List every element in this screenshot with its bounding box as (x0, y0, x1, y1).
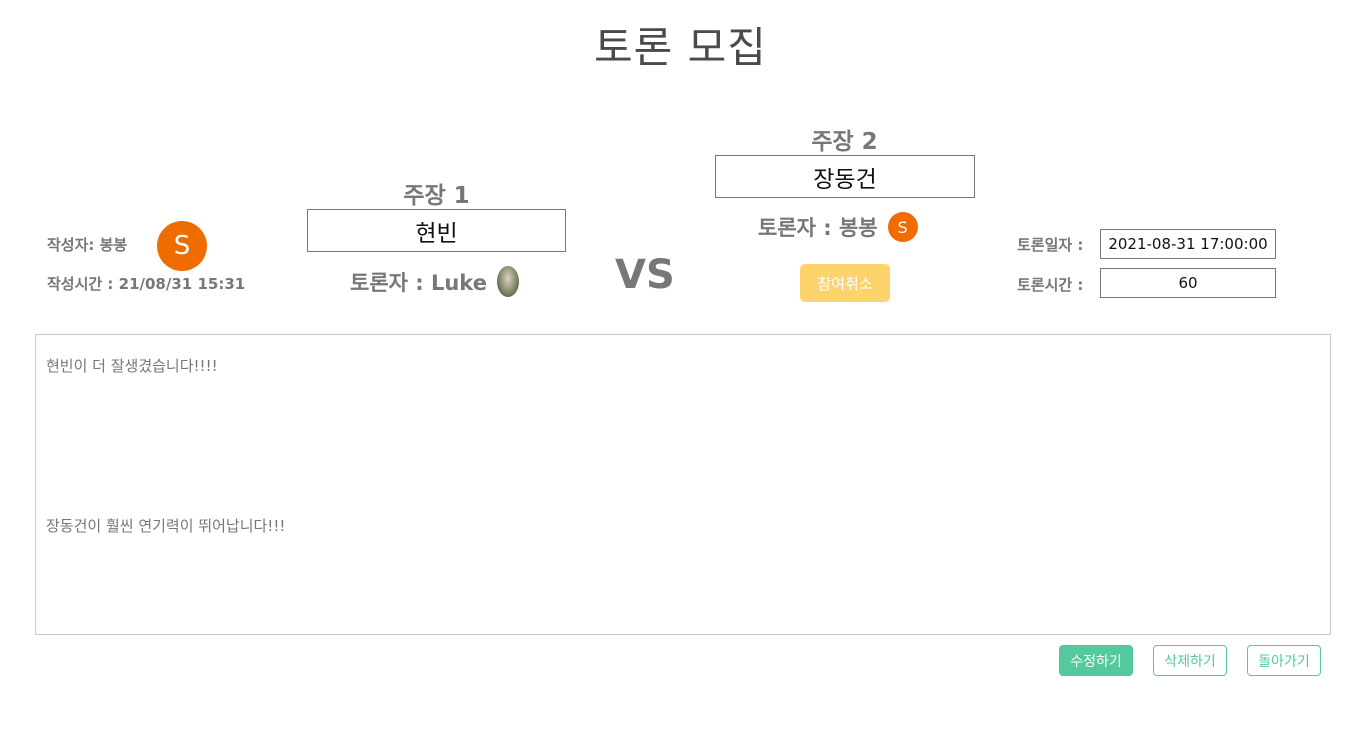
claim1-value: 현빈 (307, 209, 566, 252)
debate-duration-label: 토론시간 : (1017, 276, 1084, 294)
claim2-debater-label: 토론자 : 봉봉 (758, 216, 878, 240)
delete-button[interactable]: 삭제하기 (1153, 645, 1227, 676)
debater-photo-avatar[interactable] (496, 266, 519, 297)
edit-button[interactable]: 수정하기 (1059, 645, 1133, 676)
debate-recruit-page: 토론 모집 작성자: 봉봉 S 작성시간 : 21/08/31 15:31 주장… (0, 0, 1361, 733)
vs-label: VS (615, 252, 675, 298)
page-title: 토론 모집 (594, 23, 767, 72)
join-cancel-button[interactable]: 참여취소 (800, 264, 890, 302)
claim2-value: 장동건 (715, 155, 975, 198)
claim1-debater: 토론자 : Luke (350, 266, 519, 297)
claim2-debater: 토론자 : 봉봉 S (758, 212, 918, 242)
claim2-title: 주장 2 (811, 129, 878, 155)
author-name: 작성자: 봉봉 (47, 236, 128, 254)
debate-duration-field[interactable]: 60 (1100, 268, 1276, 298)
claim1-debater-label: 토론자 : Luke (350, 270, 487, 295)
author-avatar[interactable]: S (157, 221, 207, 271)
debater-avatar[interactable]: S (887, 212, 918, 242)
content-line-2: 장동건이 훨씬 연기력이 뛰어납니다!!! (46, 517, 286, 535)
author-time: 작성시간 : 21/08/31 15:31 (47, 275, 246, 293)
debate-date-field[interactable]: 2021-08-31 17:00:00 (1100, 229, 1276, 259)
content-line-1: 현빈이 더 잘생겼습니다!!!! (46, 357, 218, 375)
debate-content[interactable]: 현빈이 더 잘생겼습니다!!!! 장동건이 훨씬 연기력이 뛰어납니다!!! (35, 334, 1331, 635)
back-button[interactable]: 돌아가기 (1247, 645, 1321, 676)
claim1-title: 주장 1 (403, 183, 470, 209)
debate-date-label: 토론일자 : (1017, 236, 1084, 254)
